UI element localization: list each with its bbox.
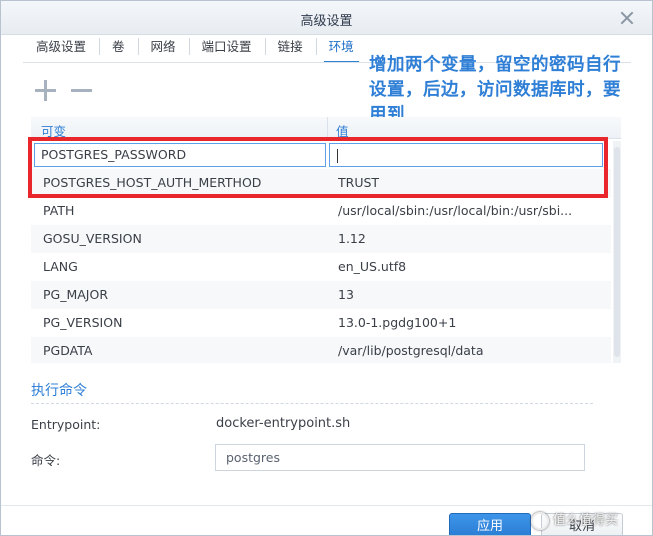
variable-name: PG_VERSION xyxy=(43,315,123,330)
command-label: 命令: xyxy=(31,453,61,468)
command-input[interactable] xyxy=(215,444,585,471)
tab-network[interactable]: 网络 xyxy=(137,35,189,63)
entrypoint-label: Entrypoint: xyxy=(31,417,101,432)
environment-variable-table: 可变 值 POSTGRES_PASSWORD POSTGRES_HOST_AUT… xyxy=(31,117,621,363)
tab-volume[interactable]: 卷 xyxy=(99,35,138,63)
tab-environment[interactable]: 环境 xyxy=(315,35,367,63)
scrollbar-thumb[interactable] xyxy=(614,147,620,357)
variable-name: PGDATA xyxy=(43,343,93,358)
variable-value: 13.0-1.pgdg100+1 xyxy=(338,315,457,330)
section-divider xyxy=(31,403,593,404)
table-header: 可变 值 xyxy=(31,117,621,139)
variable-value: /usr/local/sbin:/usr/local/bin:/usr/sbi.… xyxy=(338,203,573,218)
variable-name: POSTGRES_HOST_AUTH_MERTHOD xyxy=(43,175,262,190)
text-caret xyxy=(337,148,338,163)
variable-value-input[interactable] xyxy=(329,143,603,167)
footer-divider xyxy=(1,505,652,506)
table-row[interactable]: PG_VERSION 13.0-1.pgdg100+1 xyxy=(31,309,611,337)
exec-section-title: 执行命令 xyxy=(31,383,87,399)
cancel-button[interactable]: 取消 xyxy=(541,513,623,535)
table-scrollbar[interactable] xyxy=(613,141,621,363)
column-divider xyxy=(327,117,328,139)
variable-name: GOSU_VERSION xyxy=(43,231,142,246)
advanced-settings-dialog: 高级设置 高级设置 卷 网络 端口设置 链接 环境 增加两个变量，留空的密码自行… xyxy=(0,0,653,536)
table-row[interactable]: GOSU_VERSION 1.12 xyxy=(31,225,611,253)
variable-name: PATH xyxy=(43,203,75,218)
entrypoint-value: docker-entrypoint.sh xyxy=(216,416,351,431)
tab-links[interactable]: 链接 xyxy=(264,35,316,63)
table-row[interactable]: POSTGRES_PASSWORD xyxy=(31,141,611,169)
variable-value: TRUST xyxy=(338,175,380,190)
dialog-title: 高级设置 xyxy=(300,14,353,29)
close-icon[interactable] xyxy=(618,9,636,27)
table-row[interactable]: LANG en_US.utf8 xyxy=(31,253,611,281)
table-row[interactable]: PG_MAJOR 13 xyxy=(31,281,611,309)
variable-value: en_US.utf8 xyxy=(338,259,407,274)
plus-icon[interactable] xyxy=(34,79,58,103)
variable-value: 13 xyxy=(338,287,354,302)
column-header-variable[interactable]: 可变 xyxy=(41,121,66,140)
tab-bar: 高级设置 卷 网络 端口设置 链接 环境 xyxy=(23,35,367,63)
table-row[interactable]: PATH /usr/local/sbin:/usr/local/bin:/usr… xyxy=(31,197,611,225)
minus-icon[interactable] xyxy=(70,79,94,103)
apply-button[interactable]: 应用 xyxy=(449,513,531,535)
table-body: POSTGRES_PASSWORD POSTGRES_HOST_AUTH_MER… xyxy=(31,141,611,363)
tab-port-settings[interactable]: 端口设置 xyxy=(188,35,265,63)
variable-name-input[interactable]: POSTGRES_PASSWORD xyxy=(34,143,326,167)
variable-name: PG_MAJOR xyxy=(43,287,109,302)
table-row[interactable]: PGDATA /var/lib/postgresql/data xyxy=(31,337,611,363)
variable-value: /var/lib/postgresql/data xyxy=(338,343,484,358)
column-header-value[interactable]: 值 xyxy=(336,121,349,140)
variable-name: LANG xyxy=(43,259,78,274)
table-row[interactable]: POSTGRES_HOST_AUTH_MERTHOD TRUST xyxy=(31,169,611,197)
variable-value: 1.12 xyxy=(338,231,366,246)
tab-advanced-settings[interactable]: 高级设置 xyxy=(23,35,99,63)
title-bar: 高级设置 xyxy=(1,1,652,35)
